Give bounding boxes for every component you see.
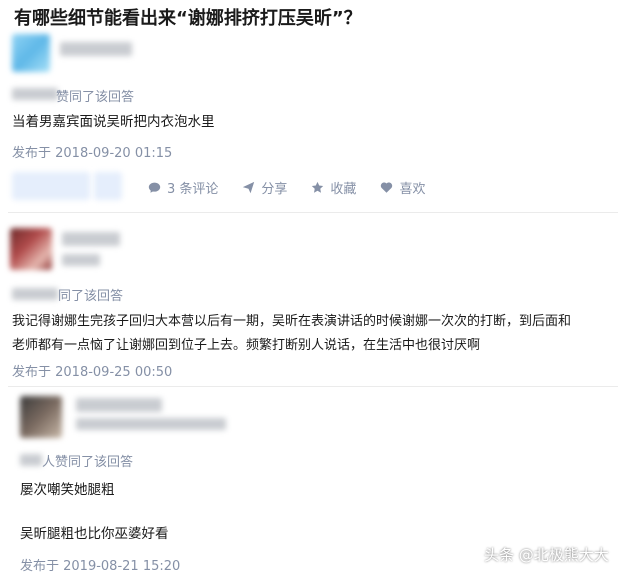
answer-divider: [8, 386, 618, 387]
downvote-button[interactable]: [94, 172, 122, 200]
answer-content-line-1: 屡次嘲笑她腿粗: [20, 482, 115, 498]
like-button[interactable]: 喜欢: [380, 178, 425, 197]
star-icon: [312, 181, 324, 193]
author-name[interactable]: [62, 232, 120, 246]
avatar[interactable]: [10, 228, 52, 270]
publish-date[interactable]: 发布于 2018-09-25 00:50: [12, 361, 172, 380]
favorite-button[interactable]: 收藏: [311, 178, 356, 197]
author-name[interactable]: [60, 42, 132, 56]
voter-name: [20, 454, 42, 466]
comment-icon: [148, 182, 161, 193]
like-label: 喜欢: [399, 182, 426, 197]
avatar[interactable]: [20, 396, 62, 438]
voter-name: [12, 288, 58, 300]
question-title[interactable]: 有哪些细节能看出来“谢娜排挤打压吴昕”？: [14, 4, 362, 30]
answer-divider: [8, 212, 618, 213]
upvote-button[interactable]: [12, 172, 90, 200]
share-button[interactable]: 分享: [242, 178, 287, 197]
favorite-label: 收藏: [330, 182, 357, 197]
agree-text: 人赞同了该回答: [42, 455, 134, 470]
heart-icon: [381, 182, 393, 193]
author-headline: [76, 418, 226, 430]
answer-content-line-1: 我记得谢娜生完孩子回归大本营以后有一期，吴昕在表演讲话的时候谢娜一次次的打断，到…: [12, 314, 572, 329]
answer-actions: 3 条评论 分享 收藏 喜欢: [148, 178, 449, 197]
agree-text: 同了该回答: [58, 289, 124, 304]
author-name[interactable]: [76, 398, 162, 412]
comment-count: 3 条评论: [167, 182, 219, 197]
share-label: 分享: [261, 182, 288, 197]
agree-text: 赞同了该回答: [56, 90, 135, 105]
author-headline: [62, 254, 100, 266]
answer-content-line-2: 吴昕腿粗也比你巫婆好看: [20, 526, 169, 542]
avatar[interactable]: [12, 34, 50, 72]
voter-name: [12, 88, 58, 100]
publish-date[interactable]: 发布于 2019-08-21 15:20: [20, 555, 180, 574]
share-icon: [243, 181, 255, 194]
comment-button[interactable]: 3 条评论: [148, 178, 218, 197]
watermark: 头条 @北极熊大大: [484, 546, 609, 564]
answer-content: 当着男嘉宾面说吴昕把内衣泡水里: [12, 114, 215, 130]
answer-content-line-2: 老师都有一点恼了让谢娜回到位子上去。频繁打断别人说话，在生活中也很讨厌啊: [12, 338, 481, 353]
publish-date[interactable]: 发布于 2018-09-20 01:15: [12, 142, 172, 161]
